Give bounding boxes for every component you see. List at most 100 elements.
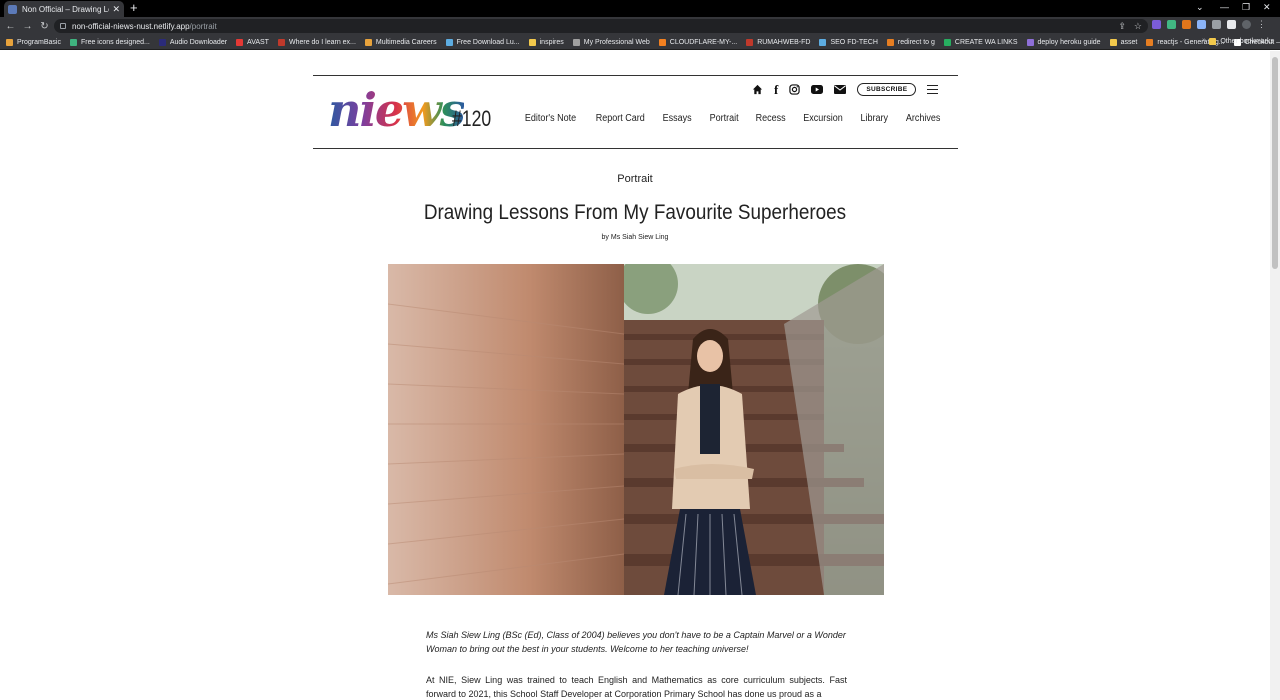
other-bookmarks[interactable]: Other bookmarks bbox=[1209, 38, 1274, 45]
nav-item-recess[interactable]: Recess bbox=[755, 113, 785, 124]
bookmark-item[interactable]: CREATE WA LINKS bbox=[943, 38, 1018, 46]
page-viewport: niews #120 f SUBSCRIBE Editor's Note Repo… bbox=[0, 51, 1270, 700]
bookmark-favicon-icon bbox=[6, 38, 13, 46]
bookmark-label: redirect to g bbox=[897, 38, 935, 46]
vue-devtools-icon[interactable] bbox=[1167, 20, 1176, 29]
bookmark-item[interactable]: Where do I learn ex... bbox=[277, 38, 356, 46]
sidepanel-icon[interactable] bbox=[1227, 20, 1236, 29]
bookmark-label: CLOUDFLARE-MY-... bbox=[669, 38, 738, 46]
new-tab-button[interactable]: + bbox=[130, 1, 138, 15]
bookmark-favicon-icon bbox=[69, 38, 77, 46]
bookmark-favicon-icon bbox=[158, 38, 166, 46]
browser-tab[interactable]: Non Official – Drawing Lessons From My F… bbox=[4, 1, 124, 17]
bookmark-item[interactable]: Multimedia Careers bbox=[364, 38, 437, 46]
instagram-icon[interactable] bbox=[789, 84, 801, 95]
bookmark-favicon-icon bbox=[1146, 38, 1154, 46]
home-icon[interactable] bbox=[752, 84, 763, 95]
bookmark-label: Multimedia Careers bbox=[375, 38, 437, 46]
bookmark-item[interactable]: ProgramBasic bbox=[6, 38, 61, 46]
bookmark-item[interactable]: CLOUDFLARE-MY-... bbox=[658, 38, 738, 46]
forward-icon[interactable]: → bbox=[19, 21, 36, 32]
other-bookmarks-label: Other bookmarks bbox=[1220, 38, 1274, 45]
url-host: non-official-niews-nust.netlify.app bbox=[72, 21, 190, 31]
bookmark-item[interactable]: deploy heroku guide bbox=[1026, 38, 1101, 46]
bookmark-favicon-icon bbox=[658, 38, 666, 46]
bookmark-label: inspires bbox=[539, 38, 564, 46]
article-intro: Ms Siah Siew Ling (BSc (Ed), Class of 20… bbox=[426, 630, 846, 654]
bookmark-favicon-icon bbox=[528, 38, 536, 46]
extension-icon[interactable] bbox=[1197, 20, 1206, 29]
article-byline: by Ms Siah Siew Ling bbox=[601, 234, 669, 241]
back-icon[interactable]: ← bbox=[2, 21, 19, 32]
mail-icon[interactable] bbox=[834, 85, 847, 94]
bookmark-label: Where do I learn ex... bbox=[288, 38, 356, 46]
folder-icon bbox=[1209, 38, 1217, 45]
nav-item-essays[interactable]: Essays bbox=[663, 113, 692, 124]
tab-search-icon[interactable]: ⌄ bbox=[1196, 2, 1204, 13]
nav-item-editor-s-note[interactable]: Editor's Note bbox=[525, 113, 576, 124]
bookmark-label: CREATE WA LINKS bbox=[954, 38, 1018, 46]
header-bottom-divider bbox=[313, 148, 958, 149]
bookmark-favicon-icon bbox=[746, 38, 754, 46]
bookmark-label: Audio Downloader bbox=[169, 38, 228, 46]
article-hero-image bbox=[388, 264, 884, 595]
bookmark-favicon-icon bbox=[943, 38, 951, 46]
bookmark-item[interactable]: SEO FD-TECH bbox=[819, 38, 878, 46]
bookmark-favicon-icon bbox=[364, 38, 372, 46]
article-body: At NIE, Siew Ling was trained to teach E… bbox=[426, 675, 847, 699]
bookmark-favicon-icon bbox=[236, 38, 244, 46]
avatar[interactable] bbox=[1242, 20, 1251, 29]
close-window-button[interactable]: ✕ bbox=[1263, 2, 1271, 13]
bookmark-favicon-icon bbox=[1026, 38, 1034, 46]
bookmark-item[interactable]: My Professional Web bbox=[572, 38, 650, 46]
article-category[interactable]: Portrait bbox=[0, 173, 1270, 185]
bookmark-item[interactable]: Audio Downloader bbox=[158, 38, 228, 46]
subscribe-button[interactable]: SUBSCRIBE bbox=[857, 83, 917, 96]
nav-item-report-card[interactable]: Report Card bbox=[596, 113, 645, 124]
bookmark-label: My Professional Web bbox=[583, 38, 650, 46]
bookmark-label: RUMAHWEB-FD bbox=[757, 38, 811, 46]
bookmark-item[interactable]: redirect to g bbox=[886, 38, 935, 46]
bookmark-label: Free Download Lu... bbox=[456, 38, 520, 46]
bookmark-label: AVAST bbox=[247, 38, 269, 46]
bookmark-item[interactable]: Free icons designed... bbox=[69, 38, 150, 46]
nav-item-excursion[interactable]: Excursion bbox=[803, 113, 843, 124]
page-scrollbar[interactable] bbox=[1270, 51, 1280, 700]
issue-number: #120 bbox=[452, 106, 492, 131]
bookmark-label: SEO FD-TECH bbox=[830, 38, 878, 46]
extension-icon[interactable] bbox=[1152, 20, 1161, 29]
bookmark-item[interactable]: inspires bbox=[528, 38, 564, 46]
tab-title: Non Official – Drawing Lessons From My F… bbox=[22, 4, 109, 14]
reload-icon[interactable]: ↻ bbox=[36, 21, 53, 32]
bookmark-item[interactable]: AVAST bbox=[236, 38, 269, 46]
site-logo[interactable]: niews bbox=[328, 85, 466, 135]
more-bookmarks-button[interactable]: » bbox=[1202, 37, 1206, 44]
nav-item-portrait[interactable]: Portrait bbox=[709, 113, 738, 124]
browser-tab-bar: Non Official – Drawing Lessons From My F… bbox=[0, 0, 1280, 17]
hamburger-menu-icon[interactable] bbox=[927, 85, 939, 94]
restore-button[interactable]: ❐ bbox=[1242, 2, 1250, 13]
bookmark-item[interactable]: RUMAHWEB-FD bbox=[746, 38, 811, 46]
header-top-divider bbox=[313, 75, 958, 76]
bookmark-favicon-icon bbox=[819, 38, 827, 46]
bookmark-star-icon[interactable]: ☆ bbox=[1134, 21, 1142, 32]
address-bar[interactable]: non-official-niews-nust.netlify.app /por… bbox=[54, 19, 1148, 33]
nav-item-archives[interactable]: Archives bbox=[906, 113, 941, 124]
scrollbar-thumb[interactable] bbox=[1272, 57, 1278, 269]
bookmark-favicon-icon bbox=[886, 38, 894, 46]
youtube-icon[interactable] bbox=[811, 85, 824, 94]
bookmark-item[interactable]: asset bbox=[1109, 38, 1137, 46]
nav-item-library[interactable]: Library bbox=[861, 113, 889, 124]
close-tab-icon[interactable]: ✕ bbox=[112, 4, 120, 15]
facebook-icon[interactable]: f bbox=[774, 83, 778, 96]
main-nav: Editor's Note Report Card Essays Portrait Re… bbox=[522, 113, 942, 124]
menu-dots-icon[interactable]: ⋮ bbox=[1257, 19, 1266, 30]
minimize-button[interactable]: — bbox=[1220, 2, 1229, 12]
metamask-icon[interactable] bbox=[1182, 20, 1191, 29]
bookmarks-bar: ProgramBasic Free icons designed... Audio … bbox=[0, 35, 1280, 50]
header-icons: f SUBSCRIBE bbox=[752, 83, 939, 96]
puzzle-icon[interactable] bbox=[1212, 20, 1221, 29]
bookmark-item[interactable]: Free Download Lu... bbox=[445, 38, 520, 46]
article-title: Drawing Lessons From My Favourite Superh… bbox=[423, 201, 847, 224]
share-icon[interactable]: ⇪ bbox=[1118, 21, 1126, 32]
